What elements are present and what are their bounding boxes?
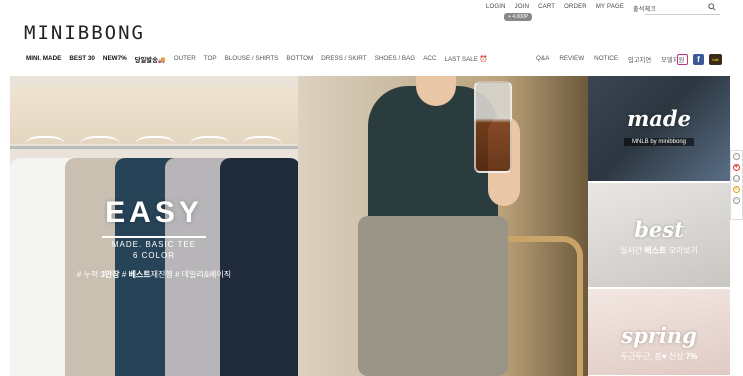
nav-item-new[interactable]: NEW7%: [103, 55, 127, 64]
nav-item-blouse[interactable]: BLOUSE / SHIRTS: [225, 55, 279, 64]
model-skirt: [358, 216, 508, 376]
banner-tags: # 누적 3만장 # 베스트재진행 # 데일리&베이직: [10, 269, 298, 280]
tag2-prefix: #: [119, 270, 129, 279]
tile-best-sub-prefix: 실시간: [619, 246, 645, 255]
top-links: LOGIN JOIN CART ORDER MY PAGE 출석체크: [486, 4, 656, 13]
tag2-suffix: 재진행: [150, 270, 173, 279]
tile-best-sub-bold: 베스트: [644, 246, 667, 255]
banner-divider: [102, 236, 206, 238]
quick-menu: – ♥ ▢ ✆ –: [730, 150, 743, 220]
tile-made-title: made: [627, 106, 691, 131]
tile-spring-sub: 두근두근, 봄♥ 신상 7%: [588, 351, 730, 362]
side-tiles: made MNLB by minibbong best 실시간 베스트 모아보기…: [588, 76, 730, 376]
tile-best[interactable]: best 실시간 베스트 모아보기: [588, 183, 730, 288]
nav-item-dress[interactable]: DRESS / SKIRT: [321, 55, 366, 64]
nav-item-notice[interactable]: NOTICE: [594, 55, 618, 64]
nav-item-last-sale[interactable]: LAST SALE ⏰: [444, 55, 487, 64]
board-nav: Q&A REVIEW NOTICE 입고지연 모델지원: [536, 55, 684, 64]
cube-icon[interactable]: ▢: [733, 175, 740, 182]
banner-subtitle: MADE. BASIC TEE 6 COLOR: [10, 239, 298, 261]
tile-spring[interactable]: spring 두근두근, 봄♥ 신상 7%: [588, 289, 730, 376]
nav-item-review[interactable]: REVIEW: [559, 55, 584, 64]
hanger: [190, 136, 230, 156]
order-link[interactable]: ORDER: [564, 4, 587, 13]
nav-item-acc[interactable]: ACC: [423, 55, 436, 64]
nav-item-mini-made[interactable]: MINI. MADE: [26, 55, 61, 64]
tee-darknavy: [220, 158, 298, 376]
coupon-badge: + 4,000P: [504, 13, 533, 21]
tile-spring-title: spring: [621, 323, 697, 348]
minus-icon[interactable]: –: [733, 153, 740, 160]
tile-spring-sub-prefix: 두근두근, 봄♥ 신상: [620, 352, 686, 361]
site-logo[interactable]: MINIBBONG: [24, 22, 145, 44]
nav-item-best-30[interactable]: BEST 30: [69, 55, 95, 64]
tile-best-title: best: [634, 217, 684, 242]
banner-title: EASY: [105, 196, 203, 229]
nav-item-qna[interactable]: Q&A: [536, 55, 549, 64]
nav-item-same-day[interactable]: 당일발송🚚: [135, 55, 166, 64]
cart-link[interactable]: CART: [538, 4, 555, 13]
nav-item-outer[interactable]: OUTER: [174, 55, 196, 64]
hanger: [242, 136, 282, 156]
tag1-prefix: # 누적: [76, 270, 101, 279]
tag2-bold: 베스트: [128, 270, 151, 279]
kakao-icon[interactable]: talk: [709, 54, 722, 65]
tag1-bold: 3만장: [100, 270, 120, 279]
model-photo[interactable]: [298, 76, 588, 376]
tile-best-sub-suffix: 모아보기: [666, 246, 699, 255]
hanger: [135, 136, 175, 156]
login-link[interactable]: LOGIN: [486, 4, 506, 13]
nav-item-delay[interactable]: 입고지연: [628, 55, 651, 64]
heart-icon[interactable]: ♥: [733, 164, 740, 171]
banner-subtitle-line1: MADE. BASIC TEE: [111, 240, 197, 249]
top-bar: LOGIN JOIN CART ORDER MY PAGE 출석체크 + 4,0…: [0, 0, 743, 22]
instagram-icon[interactable]: [677, 54, 688, 65]
nav-item-top[interactable]: TOP: [204, 55, 217, 64]
facebook-icon[interactable]: f: [693, 54, 704, 65]
social-links: f talk: [677, 54, 722, 65]
hanger: [25, 136, 65, 156]
hanger: [80, 136, 120, 156]
iced-coffee-glass: [474, 81, 512, 173]
minus-icon[interactable]: –: [733, 197, 740, 204]
search-box: [645, 2, 720, 20]
banner-subtitle-line2: 6 COLOR: [132, 251, 176, 260]
my-page-link[interactable]: MY PAGE: [596, 4, 624, 13]
tile-best-sub: 실시간 베스트 모아보기: [588, 245, 730, 256]
phone-icon[interactable]: ✆: [733, 186, 740, 193]
tile-made-sub: MNLB by minibbong: [624, 138, 694, 146]
main-nav: MINI. MADE BEST 30 NEW7% 당일발송🚚 OUTER TOP…: [26, 55, 488, 64]
search-icon[interactable]: [708, 3, 716, 11]
tile-spring-sub-bold: 7%: [685, 352, 698, 361]
join-link[interactable]: JOIN: [515, 4, 529, 13]
tag3: # 데일리&베이직: [172, 270, 232, 279]
main-banner[interactable]: EASY MADE. BASIC TEE 6 COLOR # 누적 3만장 # …: [10, 76, 298, 376]
search-input[interactable]: [645, 8, 705, 20]
nav-item-shoes[interactable]: SHOES / BAG: [375, 55, 416, 64]
nav-item-bottom[interactable]: BOTTOM: [286, 55, 313, 64]
tile-made[interactable]: made MNLB by minibbong: [588, 76, 730, 182]
